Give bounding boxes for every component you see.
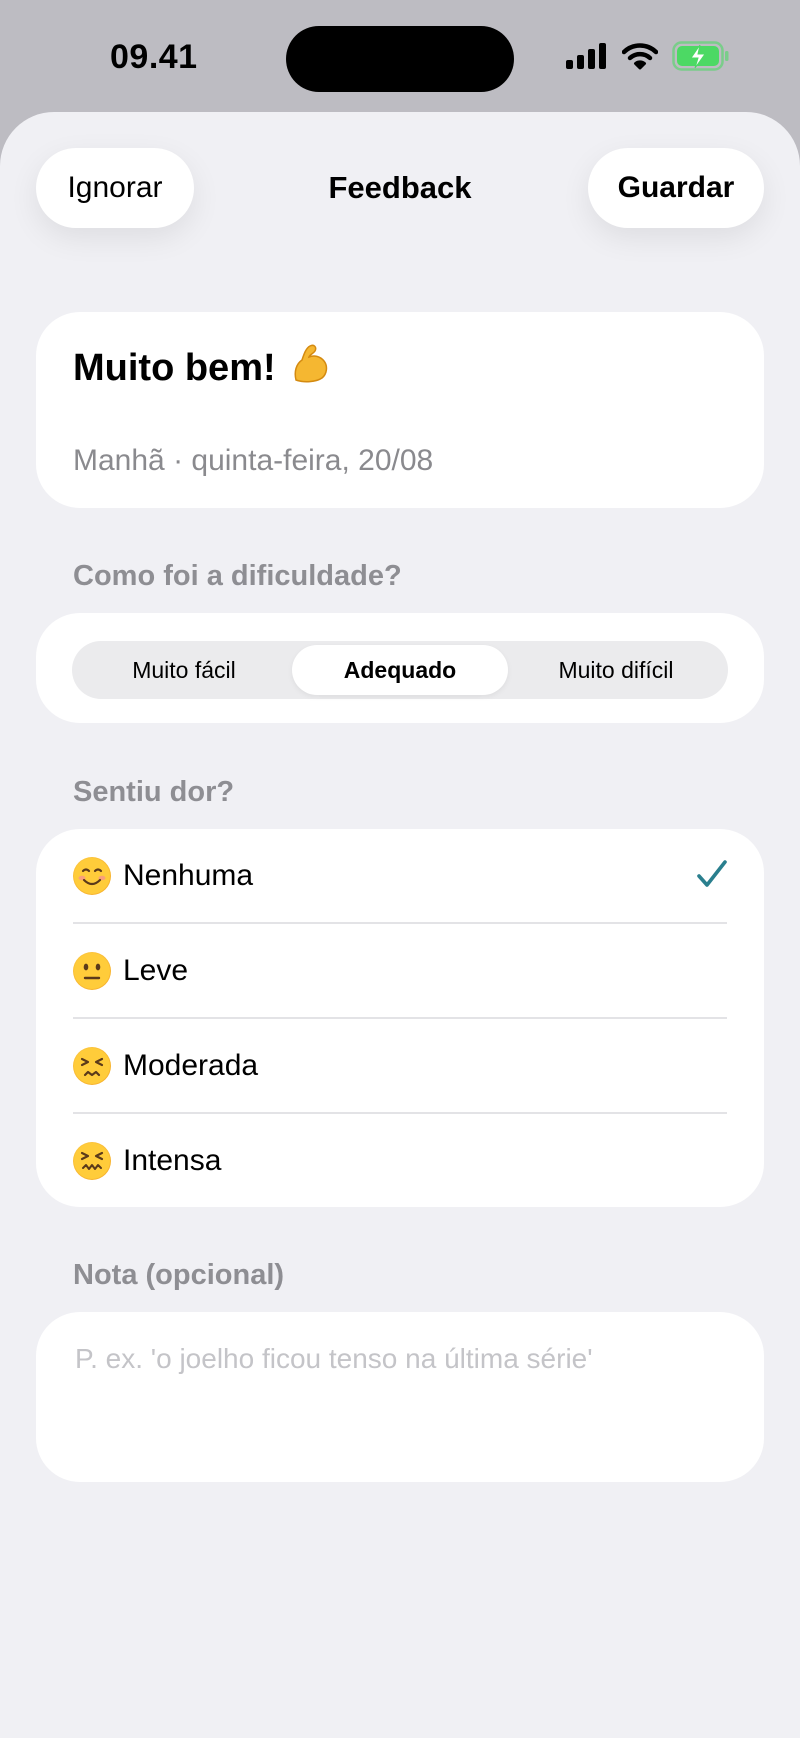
pain-option-label: Nenhuma [123, 859, 254, 892]
note-card [36, 1312, 764, 1482]
dynamic-island [286, 26, 514, 92]
checkmark-icon [696, 859, 728, 896]
battery-charging-icon [672, 40, 730, 76]
confounded-face-icon [73, 1142, 111, 1180]
signal-icon [566, 42, 608, 74]
pain-card: Nenhuma Leve Moderada Intensa [36, 829, 764, 1207]
summary-title-row: Muito bem! [73, 342, 330, 394]
difficulty-label: Como foi a dificuldade? [73, 560, 402, 592]
smiling-face-icon [73, 857, 111, 895]
pain-label: Sentiu dor? [73, 776, 235, 808]
summary-card: Muito bem! Manhã · quinta-feira, 20/08 [36, 312, 764, 508]
difficulty-card: Muito fácil Adequado Muito difícil [36, 613, 764, 723]
wifi-icon [621, 42, 659, 75]
persevering-face-icon [73, 1047, 111, 1085]
neutral-face-icon [73, 952, 111, 990]
difficulty-option-very-easy[interactable]: Muito fácil [76, 645, 292, 695]
difficulty-option-very-hard[interactable]: Muito difícil [508, 645, 724, 695]
pain-option-mild[interactable]: Leve [73, 924, 727, 1018]
flexed-biceps-icon [290, 342, 330, 394]
pain-option-label: Intensa [123, 1144, 222, 1177]
status-time: 09.41 [110, 38, 198, 76]
pain-option-none[interactable]: Nenhuma [73, 829, 727, 923]
note-input[interactable] [73, 1334, 723, 1384]
status-icons [566, 40, 730, 76]
pain-option-moderate[interactable]: Moderada [73, 1019, 727, 1113]
difficulty-option-adequate[interactable]: Adequado [292, 645, 508, 695]
pain-option-label: Leve [123, 954, 189, 987]
difficulty-segmented-control: Muito fácil Adequado Muito difícil [72, 641, 728, 699]
status-bar: 09.41 [0, 0, 800, 112]
pain-option-intense[interactable]: Intensa [73, 1114, 727, 1208]
feedback-sheet: Ignorar Feedback Guardar Muito bem! Manh… [0, 112, 800, 1738]
pain-option-label: Moderada [123, 1049, 259, 1082]
summary-title: Muito bem! [73, 346, 276, 389]
save-button[interactable]: Guardar [588, 148, 764, 228]
session-subtitle: Manhã · quinta-feira, 20/08 [73, 444, 434, 477]
note-label: Nota (opcional) [73, 1259, 285, 1291]
